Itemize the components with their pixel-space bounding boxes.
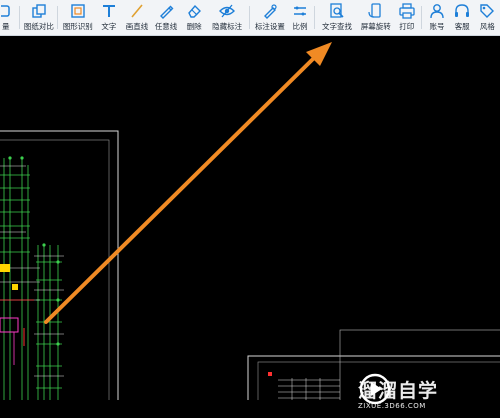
toolbar-label: 标注设置 <box>254 22 285 31</box>
screen-rotate-icon <box>368 3 381 18</box>
toolbar-label: 风格 <box>479 22 495 31</box>
toolbar-screen-rotate-button[interactable]: 屏幕旋转 <box>357 0 394 36</box>
scale-icon <box>293 6 306 16</box>
annotation-settings-icon <box>263 4 277 19</box>
toolbar-text-search-button[interactable]: 文字查找 <box>317 0 358 36</box>
compare-drawings-icon <box>32 4 46 18</box>
toolbar-label: 比例 <box>292 22 308 31</box>
toolbar-divider <box>19 6 21 29</box>
toolbar-label: 图形识别 <box>62 22 93 31</box>
toolbar-label: 隐藏标注 <box>212 22 243 31</box>
watermark-text: 溜溜自学 ZIXUE.3D66.COM <box>358 380 438 411</box>
top-toolbar: 量 图纸对比 图形识别 文字 画直线 任意线 删除 隐藏标注 标注设置 比例 文… <box>0 0 500 36</box>
toolbar-divider <box>57 6 59 29</box>
drawing-canvas[interactable]: 溜溜自学 ZIXUE.3D66.COM <box>0 36 500 410</box>
title-block <box>278 378 340 400</box>
drawing-frame-left <box>0 130 119 400</box>
eraser-icon <box>188 4 202 18</box>
style-icon <box>480 4 495 18</box>
toolbar-label: 量 <box>1 22 10 31</box>
red-magenta-elements <box>0 299 34 365</box>
toolbar-label: 文字查找 <box>321 22 352 31</box>
account-icon <box>430 4 444 19</box>
measure-icon <box>0 5 10 17</box>
toolbar-shape-recognition-button[interactable]: 图形识别 <box>60 0 95 36</box>
toolbar-delete-button[interactable]: 删除 <box>181 0 208 36</box>
floor-plan-green <box>0 158 62 400</box>
drawing-frame-left-inner <box>0 139 110 400</box>
hide-annotation-icon <box>219 4 236 18</box>
toolbar-label: 任意线 <box>154 22 178 31</box>
toolbar-label: 图纸对比 <box>23 22 54 31</box>
toolbar-label: 文字 <box>101 22 117 31</box>
toolbar-divider <box>421 6 423 29</box>
line-icon <box>131 4 143 18</box>
toolbar-account-button[interactable]: 账号 <box>424 0 449 36</box>
cad-drawing <box>0 42 500 400</box>
print-icon <box>399 3 415 19</box>
toolbar-label: 打印 <box>399 22 415 31</box>
toolbar-label: 客服 <box>454 22 470 31</box>
toolbar-label: 画直线 <box>125 22 149 31</box>
red-marker <box>268 372 272 376</box>
shape-recognition-icon <box>71 4 85 18</box>
toolbar-compare-drawings-button[interactable]: 图纸对比 <box>22 0 55 36</box>
toolbar-annotation-settings-button[interactable]: 标注设置 <box>252 0 289 36</box>
toolbar-freehand-line-button[interactable]: 任意线 <box>152 0 181 36</box>
toolbar-print-button[interactable]: 打印 <box>394 0 419 36</box>
text-search-icon <box>330 3 344 18</box>
toolbar-customer-service-button[interactable]: 客服 <box>450 0 475 36</box>
toolbar-text-button[interactable]: 文字 <box>95 0 122 36</box>
toolbar-label: 屏幕旋转 <box>360 22 391 31</box>
toolbar-measure-button[interactable]: 量 <box>0 0 17 36</box>
freehand-line-icon <box>160 5 174 19</box>
toolbar-label: 删除 <box>186 22 202 31</box>
toolbar-line-button[interactable]: 画直线 <box>122 0 151 36</box>
orange-arrow-shaft <box>44 54 318 324</box>
watermark: 溜溜自学 ZIXUE.3D66.COM <box>352 372 500 418</box>
text-icon <box>102 5 115 17</box>
customer-service-icon <box>455 4 470 17</box>
toolbar-hide-annotation-button[interactable]: 隐藏标注 <box>208 0 247 36</box>
toolbar-label: 账号 <box>429 22 445 31</box>
toolbar-scale-button[interactable]: 比例 <box>288 0 311 36</box>
toolbar-divider <box>248 6 250 29</box>
toolbar-style-button[interactable]: 风格 <box>475 0 500 36</box>
watermark-url: ZIXUE.3D66.COM <box>358 401 426 410</box>
watermark-name: 溜溜自学 <box>358 379 439 402</box>
toolbar-divider <box>313 6 315 29</box>
